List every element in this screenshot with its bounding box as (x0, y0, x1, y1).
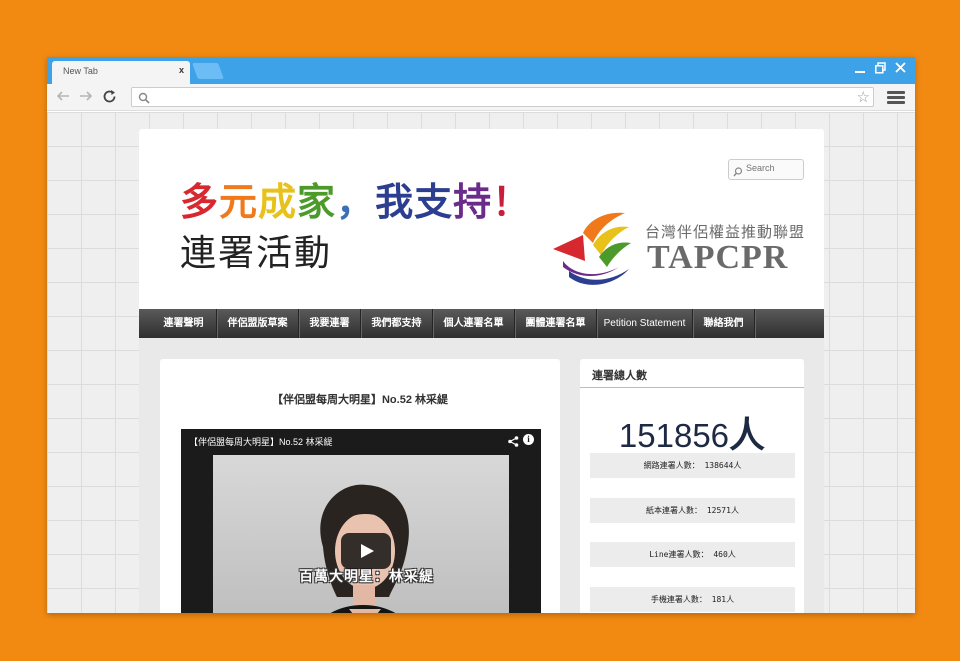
play-button[interactable] (341, 533, 391, 569)
share-icon[interactable] (508, 434, 519, 452)
browser-tab[interactable]: New Tab x (52, 61, 190, 84)
nav-item-group-list[interactable]: 團體連署名單 (515, 309, 597, 338)
tab-close-icon[interactable]: x (179, 65, 184, 75)
video-player[interactable]: 【伴侶盟每周大明星】No.52 林采緹 i 百萬大明星：林采緹 (181, 429, 541, 613)
slogan-char: 元 (219, 182, 259, 224)
site-header: 多元成家，我支持！ 連署活動 Search 台灣伴侶權益推動聯盟 TAPCPR (139, 129, 824, 309)
reload-icon[interactable] (102, 89, 117, 107)
back-icon[interactable] (56, 89, 70, 106)
forward-icon[interactable] (79, 89, 93, 106)
nav-item-petition-statement[interactable]: Petition Statement (597, 309, 693, 338)
slogan-char: ！ (492, 182, 532, 224)
stat-line: Line連署人數： 460人 (590, 542, 795, 567)
nav-item-sign[interactable]: 我要連署 (299, 309, 361, 338)
logo-english-name: TAPCPR (647, 239, 789, 276)
main-navigation: 連署聲明 伴侶盟版草案 我要連署 我們都支持 個人連署名單 團體連署名單 Pet… (139, 309, 824, 338)
divider (580, 387, 804, 388)
post-title[interactable]: 【伴侶盟每周大明星】No.52 林采緹 (160, 391, 560, 407)
nav-item-draft[interactable]: 伴侶盟版草案 (217, 309, 299, 338)
minimize-icon[interactable] (855, 62, 865, 77)
stat-mobile: 手機連署人數： 181人 (590, 587, 795, 612)
video-caption: 百萬大明星：林采緹 (299, 568, 434, 584)
address-bar[interactable]: ☆ (131, 87, 874, 107)
nav-item-statement[interactable]: 連署聲明 (151, 309, 217, 338)
post-card: 【伴侶盟每周大明星】No.52 林采緹 【伴侶盟每周大明星】No.52 林采緹 … (160, 359, 560, 613)
browser-window: New Tab x ☆ 多元成家，我支持！ 連署活動 Search 台灣伴侶權益… (47, 57, 915, 613)
info-icon[interactable]: i (523, 434, 534, 445)
slogan-char: ， (336, 182, 376, 224)
page-viewport: 多元成家，我支持！ 連署活動 Search 台灣伴侶權益推動聯盟 TAPCPR … (47, 112, 915, 613)
slogan-char: 支 (414, 182, 454, 224)
slogan: 多元成家，我支持！ (180, 171, 531, 226)
subtitle: 連署活動 (180, 232, 333, 273)
tapcpr-logo[interactable]: 台灣伴侶權益推動聯盟 TAPCPR (549, 209, 804, 289)
tab-title: New Tab (63, 66, 98, 76)
logo-emblem-icon (553, 212, 631, 285)
nav-item-individual-list[interactable]: 個人連署名單 (433, 309, 515, 338)
slogan-char: 我 (375, 182, 415, 224)
total-unit: 人 (729, 414, 766, 455)
menu-icon[interactable] (887, 91, 905, 104)
site-search[interactable] (728, 159, 804, 180)
video-title: 【伴侶盟每周大明星】No.52 林采緹 (189, 437, 333, 447)
nav-item-support[interactable]: 我們都支持 (361, 309, 433, 338)
browser-toolbar: ☆ (47, 84, 915, 111)
sidebar-heading: 連署總人數 (592, 370, 647, 382)
content-area: 【伴侶盟每周大明星】No.52 林采緹 【伴侶盟每周大明星】No.52 林采緹 … (139, 338, 824, 613)
stat-online: 網路連署人數： 138644人 (590, 453, 795, 478)
restore-icon[interactable] (875, 62, 886, 77)
total-number: 151856 (618, 417, 730, 454)
signature-sidebar: 連署總人數 151856人 網路連署人數： 138644人 紙本連署人數： 12… (580, 359, 804, 613)
total-signatures: 151856人 (580, 406, 804, 458)
nav-item-contact[interactable]: 聯絡我們 (693, 309, 755, 338)
title-bar: New Tab x (47, 57, 915, 84)
new-tab-button[interactable] (192, 63, 224, 79)
stat-paper: 紙本連署人數： 12571人 (590, 498, 795, 523)
slogan-char: 成 (258, 182, 298, 224)
slogan-char: 多 (180, 182, 220, 224)
slogan-char: 家 (297, 182, 337, 224)
search-icon (733, 164, 743, 182)
search-icon (138, 91, 150, 109)
slogan-char: 持 (453, 182, 493, 224)
search-input[interactable] (746, 163, 801, 173)
bookmark-star-icon[interactable]: ☆ (857, 88, 870, 106)
close-window-icon[interactable] (895, 62, 906, 77)
website: 多元成家，我支持！ 連署活動 Search 台灣伴侶權益推動聯盟 TAPCPR … (139, 129, 824, 613)
